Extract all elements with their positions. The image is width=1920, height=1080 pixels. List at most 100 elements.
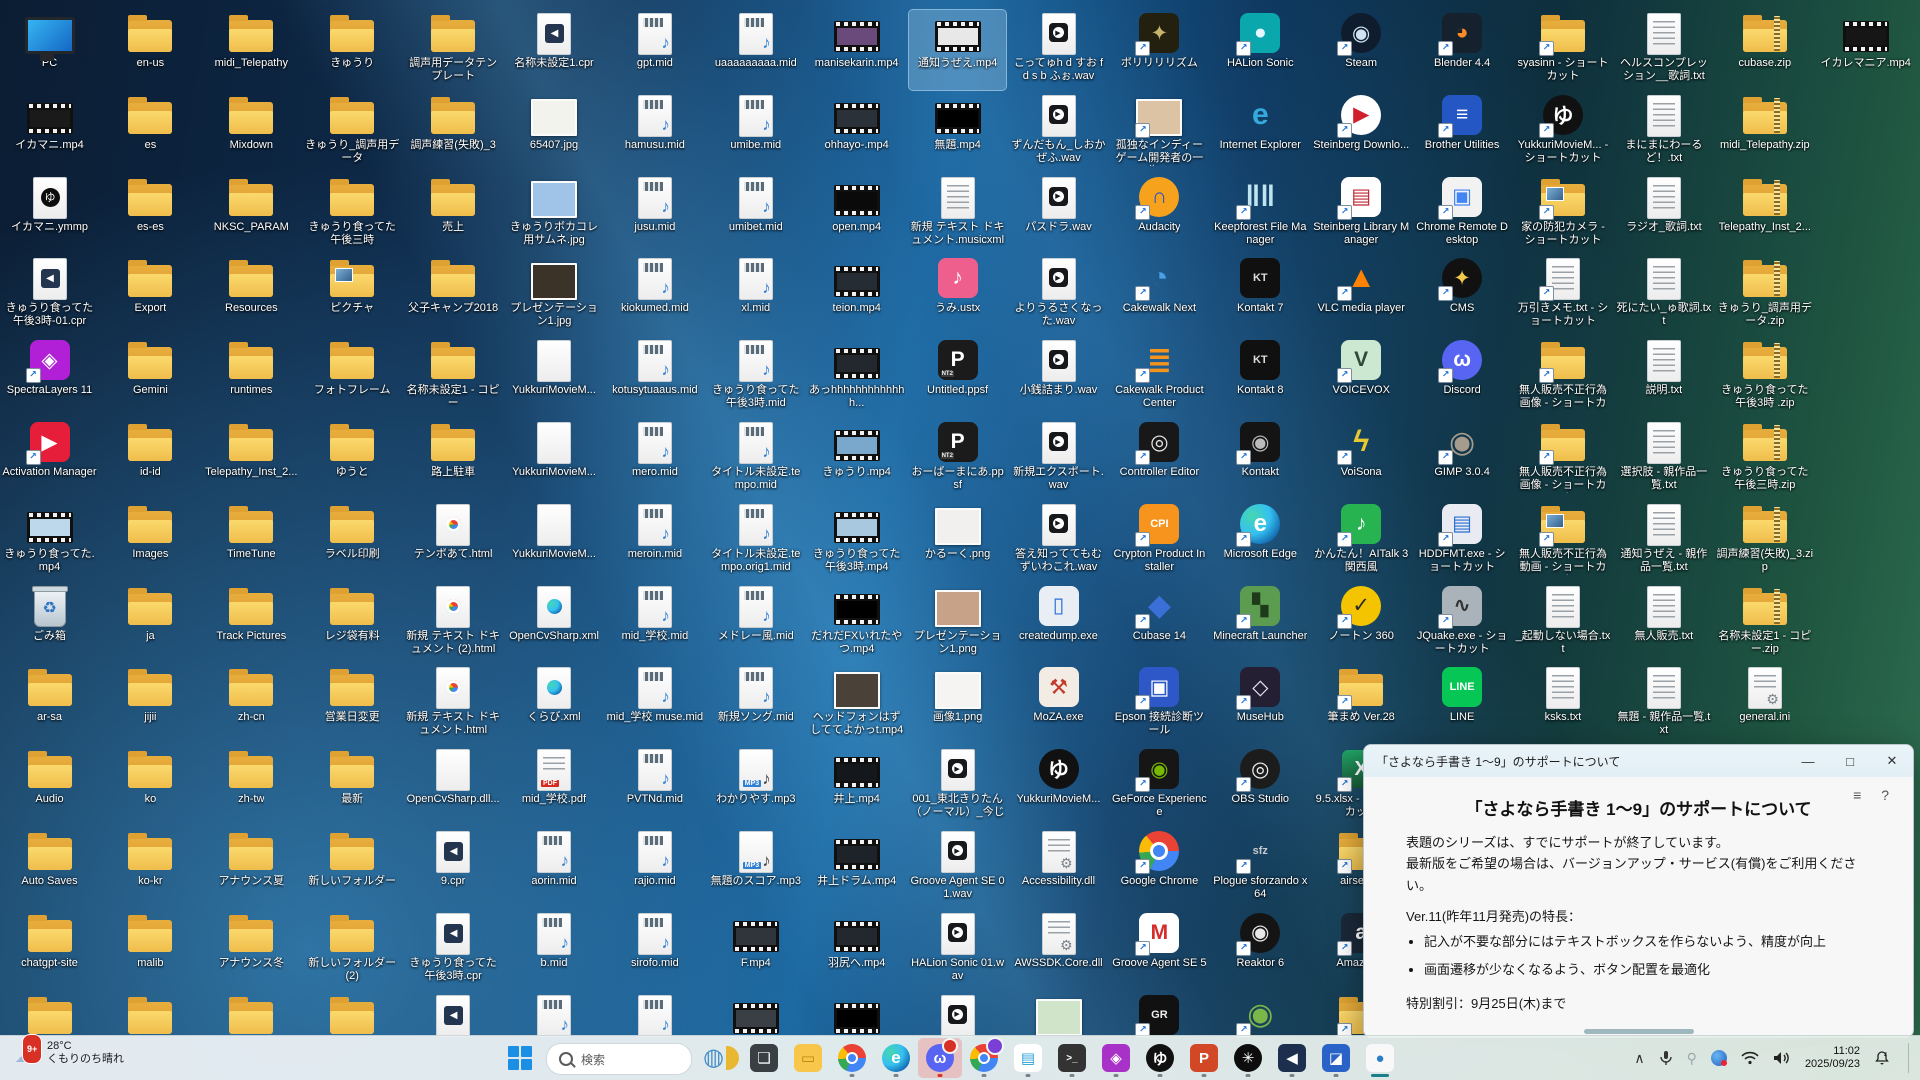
maximize-button[interactable]: □ [1829, 745, 1871, 777]
desktop-icon[interactable]: ✦↗CMS [1414, 255, 1511, 335]
desktop-icon[interactable]: ♪MP3わかりやす.mp3 [707, 746, 804, 826]
desktop-icon[interactable]: ▲↗VLC media player [1313, 255, 1410, 335]
desktop-icon[interactable]: Export [102, 255, 199, 335]
desktop-icon[interactable]: OpenCvSharp.xml [506, 583, 603, 663]
desktop-icon[interactable]: きゅうり食ってた午後3時 .zip [1716, 337, 1813, 417]
desktop-icon[interactable]: ♪きゅうり食ってた午後3時.mid [707, 337, 804, 417]
desktop-icon[interactable]: ♻ごみ箱 [1, 583, 98, 663]
volume-icon[interactable] [1773, 1051, 1791, 1065]
desktop-icon[interactable]: ▶よりうるさくなった.wav [1010, 255, 1107, 335]
desktop-icon[interactable]: ◀名称未設定1.cpr [506, 10, 603, 90]
desktop-icon[interactable]: 通知うぜえ.mp4 [909, 10, 1006, 90]
desktop-icon[interactable]: ♪gpt.mid [606, 10, 703, 90]
desktop-icon[interactable]: ≣↗Cakewalk Product Center [1111, 337, 1208, 417]
desktop-icon[interactable]: ♪mero.mid [606, 419, 703, 499]
desktop-icon[interactable]: ♪タイトル未設定.tempo.orig1.mid [707, 501, 804, 581]
desktop-icon[interactable]: ✦↗ポリリリリズム [1111, 10, 1208, 90]
desktop-icon[interactable]: jijii [102, 664, 199, 744]
desktop-icon[interactable]: Track Pictures [203, 583, 300, 663]
desktop-icon[interactable]: CPI↗Crypton Product Installer [1111, 501, 1208, 581]
terminal-icon[interactable]: >_ [1050, 1038, 1094, 1078]
desktop-icon[interactable]: _起動しない場合.txt [1515, 583, 1612, 663]
desktop-icon[interactable]: ◀きゅうり食ってた午後3時.cpr [405, 910, 502, 990]
desktop-icon[interactable]: ↗筆まめ Ver.28 [1313, 664, 1410, 744]
desktop-icon[interactable]: chatgpt-site [1, 910, 98, 990]
desktop-icon[interactable]: ≡↗Brother Utilities [1414, 92, 1511, 172]
desktop-icon[interactable]: ◉↗Kontakt [1212, 419, 1309, 499]
desktop-icon[interactable]: ⚙AWSSDK.Core.dll [1010, 910, 1107, 990]
desktop-icon[interactable]: YukkuriMovieM... [506, 337, 603, 417]
desktop-icon[interactable]: ▤↗Steinberg Library Manager [1313, 174, 1410, 254]
desktop-icon[interactable]: 無題 - 親作品一覧.txt [1615, 664, 1712, 744]
desktop-icon[interactable]: KTKontakt 8 [1212, 337, 1309, 417]
desktop-icon[interactable]: ▶↗Activation Manager [1, 419, 98, 499]
desktop-icon[interactable]: ▶Groove Agent SE 01.wav [909, 828, 1006, 908]
search-input[interactable]: 検索 [546, 1043, 692, 1075]
desktop-icon[interactable]: ◉↗Steam [1313, 10, 1410, 90]
desktop-icon[interactable]: 名称未設定1 - コピー [405, 337, 502, 417]
desktop-icon[interactable]: malib [102, 910, 199, 990]
desktop-icon[interactable]: 画像1.png [909, 664, 1006, 744]
desktop-icon[interactable]: ♪umibet.mid [707, 174, 804, 254]
desktop-icon[interactable]: ohhayo-.mp4 [808, 92, 905, 172]
dialog-titlebar[interactable]: 「さよなら手書き 1〜9」のサポートについて — □ ✕ [1364, 745, 1913, 777]
desktop-icon[interactable]: きゅうりボカコレ用サムネ.jpg [506, 174, 603, 254]
desktop-icon[interactable]: ♪xl.mid [707, 255, 804, 335]
powerpoint-icon[interactable]: P [1182, 1038, 1226, 1078]
spectralayers-icon[interactable]: ◈ [1094, 1038, 1138, 1078]
desktop-icon[interactable]: 選択肢 - 親作品一覧.txt [1615, 419, 1712, 499]
desktop-icon[interactable]: TimeTune [203, 501, 300, 581]
desktop-icon[interactable]: YukkuriMovieM... [506, 501, 603, 581]
desktop-icon[interactable]: 営業日変更 [304, 664, 401, 744]
desktop-icon[interactable]: PNT2Untitled.ppsf [909, 337, 1006, 417]
desktop-icon[interactable]: ゆYukkuriMovieM... [1010, 746, 1107, 826]
desktop-icon[interactable]: ♪タイトル未設定.tempo.mid [707, 419, 804, 499]
desktop-icon[interactable]: ◆↗Cubase 14 [1111, 583, 1208, 663]
desktop-icon[interactable]: zh-cn [203, 664, 300, 744]
desktop-icon[interactable]: Gemini [102, 337, 199, 417]
desktop-icon[interactable]: ▯createdump.exe [1010, 583, 1107, 663]
desktop-icon[interactable]: ♪aorin.mid [506, 828, 603, 908]
desktop-icon[interactable]: ラベル印刷 [304, 501, 401, 581]
desktop-icon[interactable]: ✓↗ノートン 360 [1313, 583, 1410, 663]
desktop-icon[interactable]: プレゼンテーション1.png [909, 583, 1006, 663]
desktop-icon[interactable]: ♪↗かんたん！AITalk 3 関西風 [1313, 501, 1410, 581]
desktop-icon[interactable]: ◀9.cpr [405, 828, 502, 908]
desktop-icon[interactable]: ▶小銭詰まり.wav [1010, 337, 1107, 417]
desktop-icon[interactable]: ⚙Accessibility.dll [1010, 828, 1107, 908]
desktop-icon[interactable]: ヘッドフォンはずしててよかっt.mp4 [808, 664, 905, 744]
desktop-icon[interactable]: PNT2おーばーまにあ.ppsf [909, 419, 1006, 499]
discord-icon[interactable]: ω [918, 1038, 962, 1078]
desktop-icon[interactable]: NKSC_PARAM [203, 174, 300, 254]
desktop-icon[interactable]: Telepathy_Inst_2... [203, 419, 300, 499]
desktop-icon[interactable]: ♪メドレー風.mid [707, 583, 804, 663]
desktop-icon[interactable]: ♪mid_学校 muse.mid [606, 664, 703, 744]
desktop-icon[interactable]: es [102, 92, 199, 172]
desktop-icon[interactable]: 新規 テキスト ドキュメント.musicxml [909, 174, 1006, 254]
desktop-icon[interactable]: ko-kr [102, 828, 199, 908]
desktop-icon[interactable]: 名称未設定1 - コピー.zip [1716, 583, 1813, 663]
desktop-icon[interactable]: ◔↗Cakewalk Next [1111, 255, 1208, 335]
desktop-icon[interactable]: F.mp4 [707, 910, 804, 990]
chrome-icon[interactable] [830, 1038, 874, 1078]
steinberg-app-icon[interactable]: ● [1358, 1038, 1402, 1078]
desktop-icon[interactable]: アナウンス冬 [203, 910, 300, 990]
desktop-icon[interactable]: ko [102, 746, 199, 826]
desktop-icon[interactable]: ▤↗HDDFMT.exe - ショートカット [1414, 501, 1511, 581]
desktop-icon[interactable]: ∩↗Audacity [1111, 174, 1208, 254]
start-button[interactable] [508, 1046, 532, 1070]
desktop-icon[interactable]: ▶HALion Sonic 01.wav [909, 910, 1006, 990]
desktop-icon[interactable]: きゅうり [304, 10, 401, 90]
desktop-icon[interactable]: フォトフレーム [304, 337, 401, 417]
desktop-icon[interactable]: ↗万引きメモ.txt - ショートカット [1515, 255, 1612, 335]
desktop-icon[interactable]: くらび.xml [506, 664, 603, 744]
desktop-icon[interactable]: ピクチャ [304, 255, 401, 335]
desktop-icon[interactable]: ▚↗Minecraft Launcher [1212, 583, 1309, 663]
desktop-icon[interactable]: ◉↗Reaktor 6 [1212, 910, 1309, 990]
desktop-icon[interactable]: es-es [102, 174, 199, 254]
desktop-icon[interactable]: ↗孤独なインディーゲーム開発者の一生 ... [1111, 92, 1208, 172]
desktop-icon[interactable]: ゆうと [304, 419, 401, 499]
desktop-icon[interactable]: ♪uaaaaaaaaa.mid [707, 10, 804, 90]
desktop-icon[interactable]: ゆイカマニ.ymmp [1, 174, 98, 254]
desktop-icon[interactable]: Mixdown [203, 92, 300, 172]
